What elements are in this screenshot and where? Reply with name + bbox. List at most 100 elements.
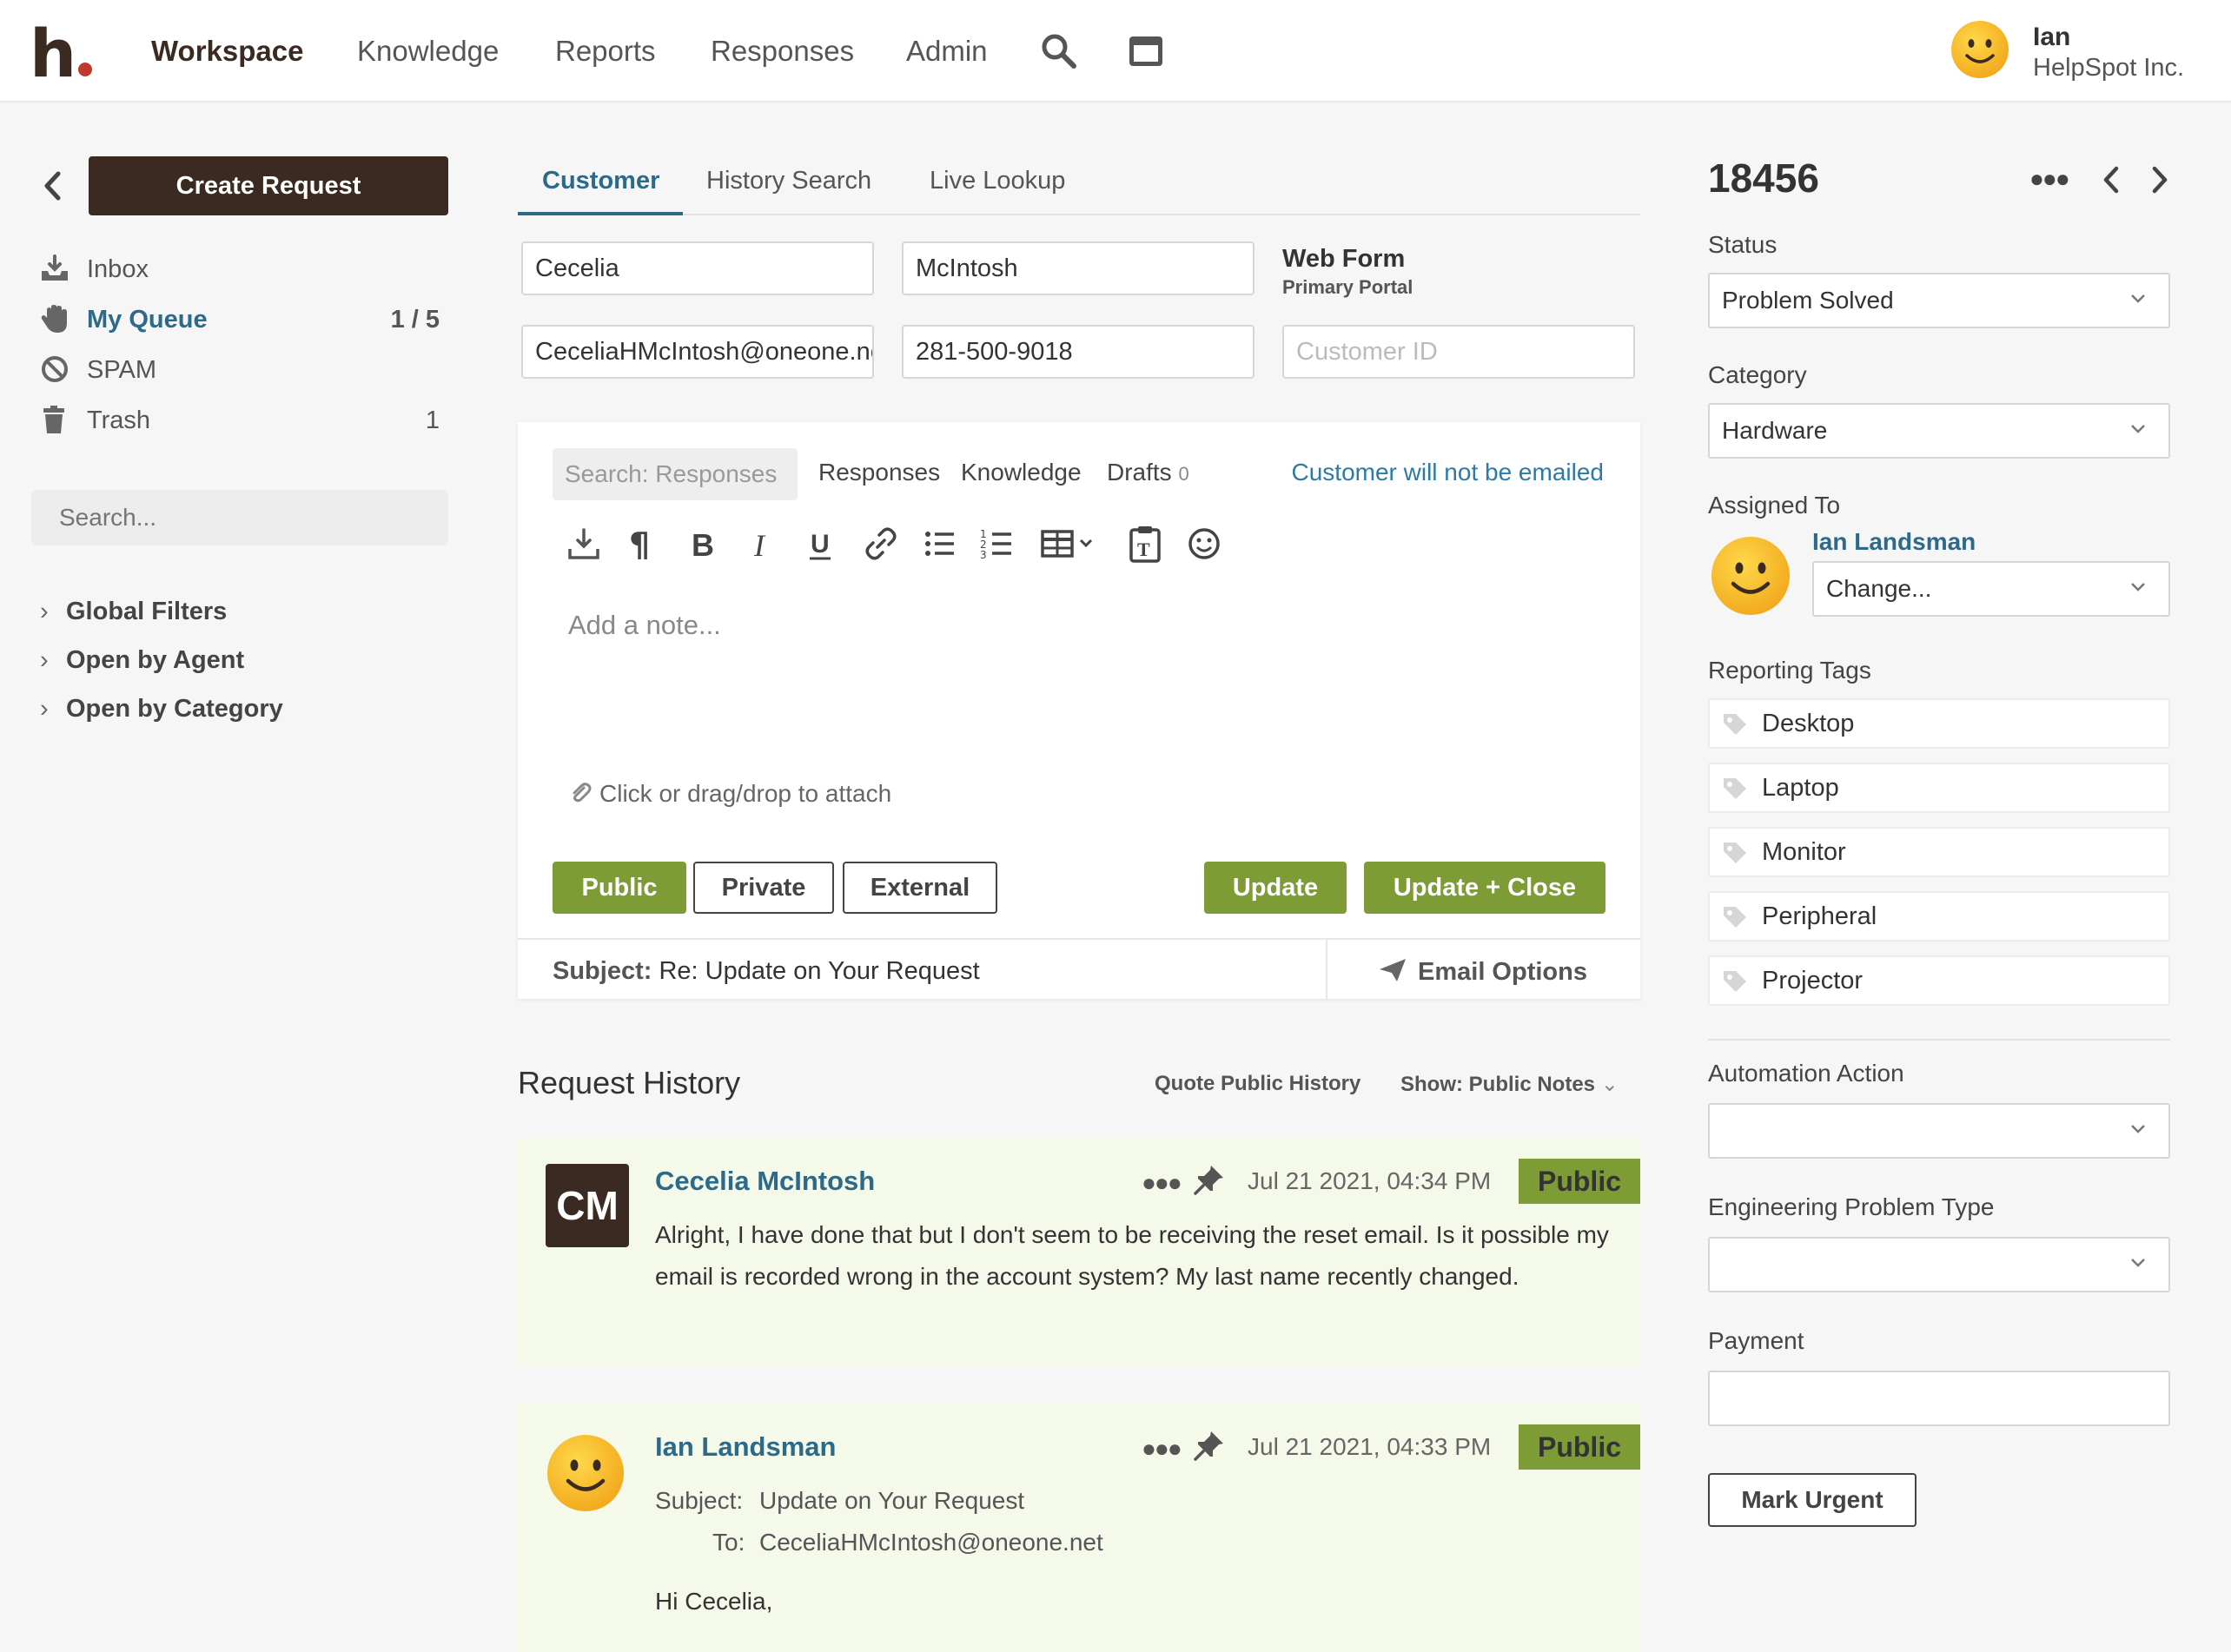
bold-icon[interactable]: B	[683, 525, 721, 563]
more-options-icon[interactable]: ●●●	[1142, 1169, 1182, 1197]
table-icon[interactable]	[1039, 525, 1102, 563]
assign-change-select[interactable]: Change...	[1812, 561, 2170, 617]
note-to-label: To:	[712, 1529, 745, 1556]
private-note-button[interactable]: Private	[693, 862, 834, 914]
status-label: Status	[1708, 231, 1778, 258]
user-name[interactable]: Ian	[2033, 23, 2070, 52]
tab-live-lookup[interactable]: Live Lookup	[930, 167, 1065, 195]
quote-public-history-link[interactable]: Quote Public History	[1155, 1072, 1360, 1096]
attach-dropzone[interactable]: Click or drag/drop to attach	[568, 780, 891, 808]
email-options-button[interactable]: Email Options	[1378, 957, 1587, 987]
sidebar-item-spam[interactable]: SPAM	[40, 353, 440, 387]
logo-letter: h	[30, 15, 77, 92]
collapse-sidebar-icon[interactable]	[42, 170, 63, 202]
tag-laptop[interactable]: Laptop	[1708, 763, 2170, 813]
customer-id-field[interactable]: Customer ID	[1282, 325, 1635, 379]
numbered-list-icon[interactable]: 1 2 3	[978, 525, 1016, 563]
top-navigation: h Workspace Knowledge Reports Responses …	[0, 0, 2231, 102]
inbox-window-icon[interactable]	[1128, 35, 1164, 68]
active-tab-indicator	[518, 212, 683, 215]
note-subject-label: Subject:	[655, 1487, 744, 1514]
automation-action-select[interactable]	[1708, 1103, 2170, 1159]
tab-customer[interactable]: Customer	[542, 167, 659, 195]
next-request-icon[interactable]	[2149, 165, 2170, 195]
note-textarea[interactable]: Add a note...	[568, 610, 721, 641]
search-icon[interactable]	[1039, 31, 1077, 69]
responses-search-input[interactable]: Search: Responses	[553, 448, 798, 500]
filter-label: Open by Agent	[66, 646, 245, 674]
helpspot-logo[interactable]: h	[30, 21, 93, 87]
nav-reports[interactable]: Reports	[555, 35, 656, 68]
nav-workspace[interactable]: Workspace	[151, 35, 303, 68]
chevron-down-icon	[2131, 425, 2145, 433]
underline-icon[interactable]: U	[801, 525, 839, 563]
update-close-button[interactable]: Update + Close	[1364, 862, 1605, 914]
paste-text-icon[interactable]: T	[1126, 525, 1164, 563]
update-button[interactable]: Update	[1204, 862, 1347, 914]
automation-action-label: Automation Action	[1708, 1060, 1904, 1087]
email-notify-toggle[interactable]: Customer will not be emailed	[1292, 459, 1605, 486]
tab-history-search[interactable]: History Search	[706, 167, 871, 195]
email-options-label: Email Options	[1418, 958, 1587, 986]
note-body: Alright, I have done that but I don't se…	[655, 1221, 1609, 1290]
sidebar-item-my-queue[interactable]: My Queue 1 / 5	[40, 302, 440, 337]
logo-dot	[78, 63, 93, 76]
sidebar-item-trash[interactable]: Trash 1	[40, 403, 440, 438]
sidebar-item-inbox[interactable]: Inbox	[40, 252, 440, 287]
nav-admin[interactable]: Admin	[906, 35, 988, 68]
tag-desktop[interactable]: Desktop	[1708, 698, 2170, 749]
status-value: Problem Solved	[1722, 287, 1894, 314]
filter-global[interactable]: › Global Filters	[40, 598, 227, 626]
drafts-label: Drafts	[1107, 459, 1172, 486]
responses-link[interactable]: Responses	[818, 459, 940, 486]
last-name-field[interactable]: McIntosh	[902, 241, 1255, 295]
nav-knowledge[interactable]: Knowledge	[357, 35, 499, 68]
public-note-button[interactable]: Public	[553, 862, 686, 914]
source-subtitle: Primary Portal	[1282, 276, 1413, 298]
external-note-button[interactable]: External	[843, 862, 997, 914]
status-select[interactable]: Problem Solved	[1708, 273, 2170, 328]
italic-icon[interactable]: I	[742, 525, 780, 563]
emoji-icon[interactable]	[1185, 525, 1223, 563]
pin-icon[interactable]	[1192, 1428, 1227, 1463]
category-select[interactable]: Hardware	[1708, 403, 2170, 459]
panel-divider	[1708, 1039, 2170, 1041]
filter-open-by-category[interactable]: › Open by Category	[40, 695, 283, 724]
mark-urgent-button[interactable]: Mark Urgent	[1708, 1473, 1917, 1527]
more-options-icon[interactable]: ●●●	[1142, 1435, 1182, 1463]
nav-responses[interactable]: Responses	[711, 35, 854, 68]
chevron-right-icon: ›	[40, 646, 49, 674]
note-editor: Search: Responses Responses Knowledge Dr…	[518, 422, 1640, 1001]
sidebar-search-input[interactable]	[31, 490, 448, 545]
create-request-button[interactable]: Create Request	[89, 156, 448, 215]
email-subject[interactable]: Subject: Re: Update on Your Request	[553, 957, 980, 986]
more-options-icon[interactable]: ●●●	[2029, 165, 2070, 193]
assigned-to-label: Assigned To	[1708, 492, 1841, 519]
show-filter-dropdown[interactable]: Show: Public Notes ⌄	[1400, 1072, 1619, 1097]
email-field[interactable]: CeceliaHMcIntosh@oneone.net	[521, 325, 874, 379]
filter-open-by-agent[interactable]: › Open by Agent	[40, 646, 244, 675]
knowledge-link[interactable]: Knowledge	[961, 459, 1082, 486]
note-author[interactable]: Ian Landsman	[655, 1431, 836, 1463]
paragraph-icon[interactable]: ¶	[622, 525, 660, 563]
bullet-list-icon[interactable]	[921, 525, 959, 563]
note-author[interactable]: Cecelia McIntosh	[655, 1166, 875, 1197]
payment-field[interactable]	[1708, 1371, 2170, 1426]
insert-icon[interactable]	[565, 525, 603, 563]
tag-projector[interactable]: Projector	[1708, 955, 2170, 1006]
pin-icon[interactable]	[1192, 1162, 1227, 1197]
user-avatar-icon[interactable]	[1950, 19, 2010, 80]
assignee-name[interactable]: Ian Landsman	[1812, 528, 1976, 556]
subject-value: Re: Update on Your Request	[659, 957, 980, 985]
drafts-link[interactable]: Drafts 0	[1107, 459, 1189, 486]
phone-field[interactable]: 281-500-9018	[902, 325, 1255, 379]
link-icon[interactable]	[862, 525, 900, 563]
history-note: CM Cecelia McIntosh ●●● Jul 21 2021, 04:…	[518, 1138, 1640, 1367]
subject-label: Subject:	[553, 957, 652, 985]
tag-monitor[interactable]: Monitor	[1708, 827, 2170, 877]
engineering-problem-label: Engineering Problem Type	[1708, 1193, 1995, 1220]
previous-request-icon[interactable]	[2101, 165, 2122, 195]
engineering-problem-select[interactable]	[1708, 1237, 2170, 1292]
tag-peripheral[interactable]: Peripheral	[1708, 891, 2170, 942]
first-name-field[interactable]: Cecelia	[521, 241, 874, 295]
